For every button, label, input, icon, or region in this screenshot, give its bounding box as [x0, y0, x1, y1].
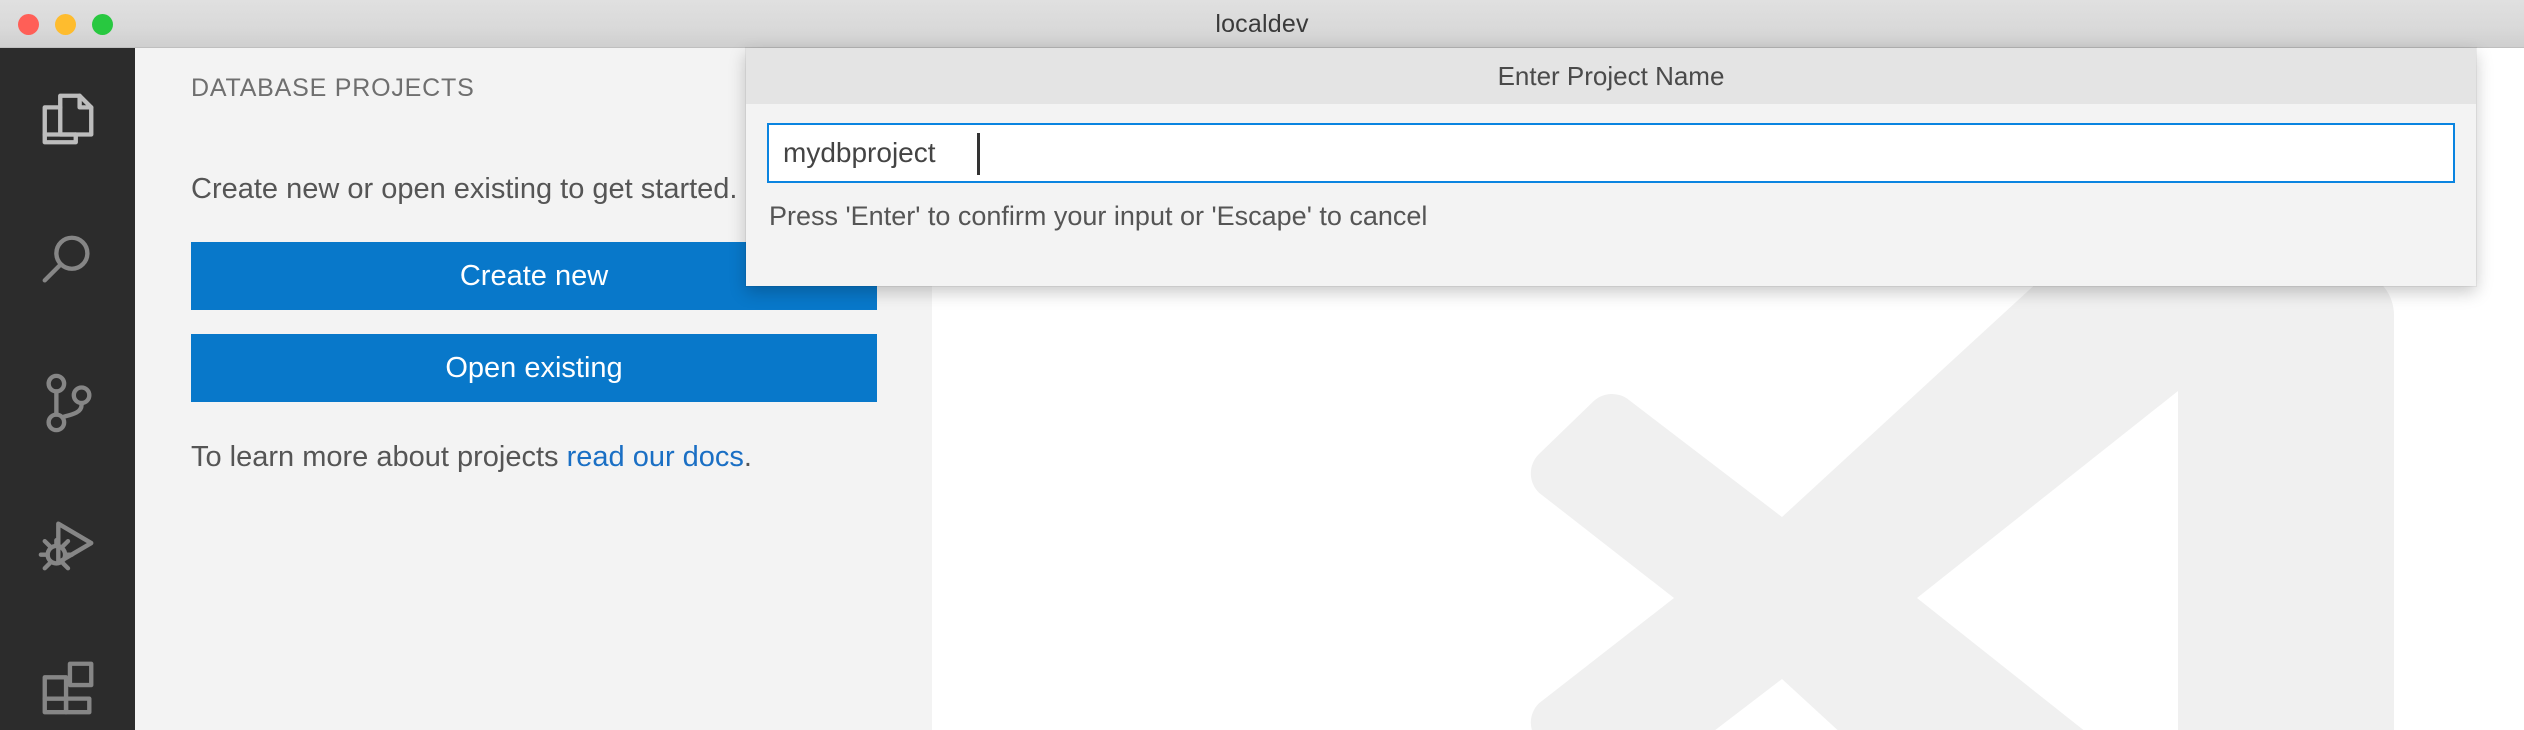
vscode-window: localdev DATABASE PROJECTS Create new or… — [0, 0, 2524, 730]
learn-more-suffix: . — [743, 441, 752, 474]
window-title: localdev — [1215, 10, 1309, 38]
extensions-icon — [37, 656, 99, 718]
run-and-debug-icon — [37, 514, 99, 576]
text-cursor — [977, 133, 980, 175]
files-icon — [37, 88, 99, 150]
quick-input-field-wrapper[interactable] — [767, 123, 2455, 183]
intro-text: Create new or open existing to get start… — [191, 173, 738, 205]
open-existing-button[interactable]: Open existing — [191, 334, 877, 403]
sidebar-item-extensions[interactable] — [0, 616, 135, 730]
quick-input-header: Enter Project Name — [746, 48, 2476, 104]
project-name-input[interactable] — [769, 125, 2453, 181]
learn-more-text: To learn more about projects read our do… — [191, 438, 801, 476]
sidebar-item-search[interactable] — [0, 190, 135, 332]
sidebar-item-explorer[interactable] — [0, 48, 135, 190]
sidebar-item-run-and-debug[interactable] — [0, 474, 135, 616]
sidebar-item-source-control[interactable] — [0, 332, 135, 474]
quick-input-hint: Press 'Enter' to confirm your input or '… — [769, 201, 1428, 231]
source-control-icon — [37, 372, 99, 434]
activity-bar — [0, 48, 135, 730]
quick-input-dialog: Enter Project Name Press 'Enter' to conf… — [746, 48, 2476, 286]
search-icon — [37, 230, 99, 292]
quick-input-title: Enter Project Name — [1497, 60, 1725, 91]
learn-more-prefix: To learn more about projects — [191, 441, 567, 474]
sidebar-panel-title: DATABASE PROJECTS — [191, 73, 475, 102]
title-bar: localdev — [0, 0, 2524, 48]
read-our-docs-link[interactable]: read our docs — [567, 441, 744, 473]
